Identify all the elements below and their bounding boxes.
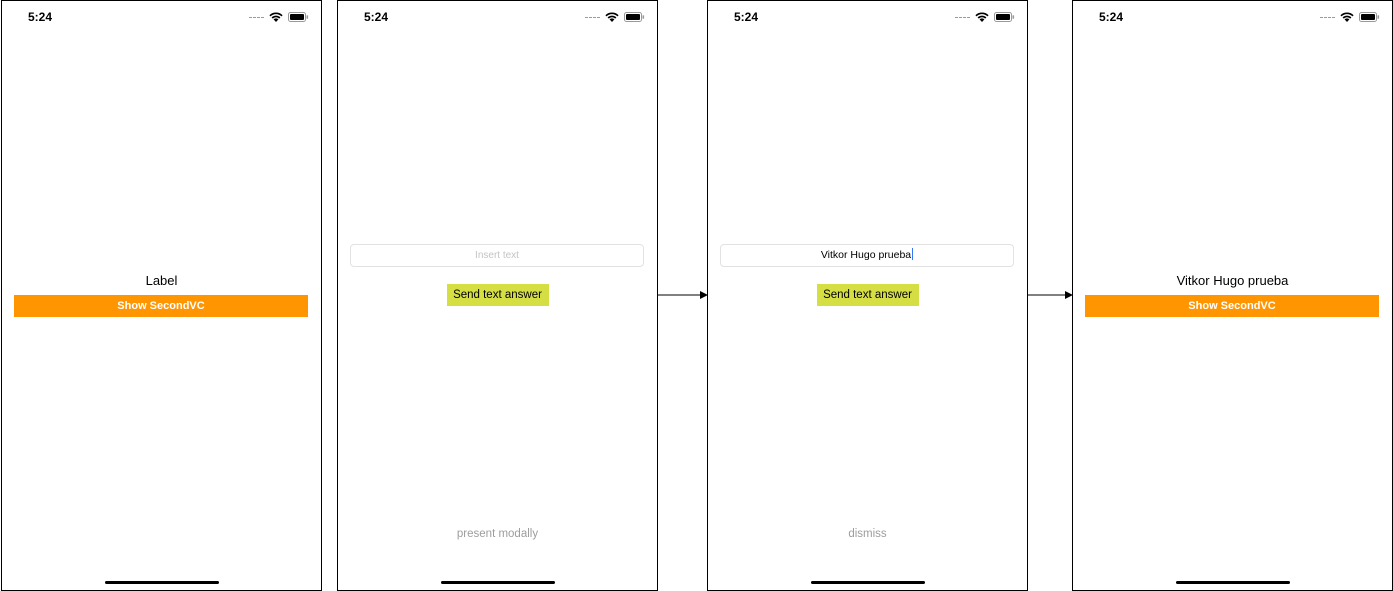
signal-dots-icon — [585, 16, 600, 18]
answer-text-field[interactable]: Insert text — [350, 244, 644, 267]
signal-dots-icon — [249, 16, 264, 18]
wifi-icon — [1340, 12, 1354, 22]
show-second-vc-button[interactable]: Show SecondVC — [14, 295, 308, 317]
wifi-icon — [269, 12, 283, 22]
result-label: Label — [145, 273, 178, 288]
second-view-controller-filled-screen: 5:24 Vitkor Hugo prueba Send text answer… — [707, 0, 1028, 591]
flow-arrow — [1028, 290, 1073, 300]
wifi-icon — [605, 12, 619, 22]
status-icons — [1320, 12, 1380, 22]
signal-dots-icon — [1320, 16, 1335, 18]
home-indicator — [440, 581, 555, 584]
home-indicator — [104, 581, 219, 584]
status-time: 5:24 — [28, 10, 53, 24]
battery-icon — [994, 12, 1015, 22]
transition-caption: dismiss — [848, 528, 887, 540]
home-indicator — [1175, 581, 1290, 584]
signal-dots-icon — [955, 16, 970, 18]
flow-arrow — [658, 290, 708, 300]
second-view-controller-empty-screen: 5:24 Insert text Send text answer presen… — [337, 0, 658, 591]
status-bar: 5:24 — [708, 1, 1027, 33]
storyboard-flow: 5:24 Label Show SecondVC 5:24 Insert tex… — [0, 0, 1393, 591]
status-bar: 5:24 — [338, 1, 657, 33]
status-time: 5:24 — [1099, 10, 1124, 24]
send-text-answer-button[interactable]: Send text answer — [446, 284, 549, 306]
result-label: Vitkor Hugo prueba — [1176, 273, 1289, 288]
status-time: 5:24 — [734, 10, 759, 24]
status-bar: 5:24 — [1073, 1, 1392, 33]
status-bar: 5:24 — [2, 1, 321, 33]
battery-icon — [1359, 12, 1380, 22]
status-icons — [955, 12, 1015, 22]
text-field-placeholder: Insert text — [475, 250, 519, 261]
battery-icon — [288, 12, 309, 22]
transition-caption: present modally — [456, 528, 539, 540]
home-indicator — [810, 581, 925, 584]
status-icons — [585, 12, 645, 22]
first-view-controller-updated-screen: 5:24 Vitkor Hugo prueba Show SecondVC — [1072, 0, 1393, 591]
status-time: 5:24 — [364, 10, 389, 24]
battery-icon — [624, 12, 645, 22]
show-second-vc-button[interactable]: Show SecondVC — [1085, 295, 1379, 317]
wifi-icon — [975, 12, 989, 22]
text-cursor — [912, 248, 914, 260]
send-text-answer-button[interactable]: Send text answer — [816, 284, 919, 306]
text-field-value: Vitkor Hugo prueba — [820, 249, 912, 261]
answer-text-field[interactable]: Vitkor Hugo prueba — [720, 244, 1014, 267]
first-view-controller-screen: 5:24 Label Show SecondVC — [1, 0, 322, 591]
status-icons — [249, 12, 309, 22]
